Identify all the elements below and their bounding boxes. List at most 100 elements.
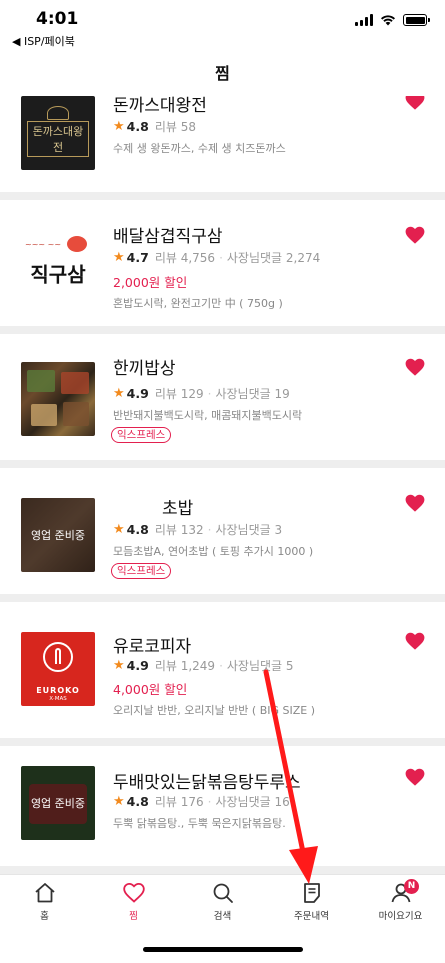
divider <box>0 326 445 334</box>
heart-icon[interactable] <box>405 226 425 244</box>
review-count: 리뷰 129 <box>154 387 204 401</box>
divider <box>0 594 445 602</box>
heart-icon[interactable] <box>405 494 425 512</box>
star-icon: ★ <box>113 522 125 537</box>
star-icon: ★ <box>113 794 125 809</box>
star-icon: ★ <box>113 386 125 401</box>
heart-icon[interactable] <box>405 768 425 786</box>
store-menu: 혼밥도시락, 완전고기만 中 ( 750g ) <box>113 297 283 310</box>
tab-label: 홈 <box>40 911 49 922</box>
store-thumbnail: EUROKO X·MAS <box>21 632 95 706</box>
closed-overlay-text: 영업 준비중 <box>30 797 86 810</box>
heart-icon <box>122 882 145 903</box>
store-menu: 모듬초밥A, 연어초밥 ( 토핑 추가시 1000 ) <box>113 545 314 558</box>
review-count: 리뷰 176 <box>154 795 204 809</box>
tab-orders[interactable]: 주문내역 <box>267 881 356 922</box>
owner-reply-count: 사장님댓글 3 <box>215 523 283 537</box>
home-icon <box>34 883 55 903</box>
tab-label: 마이요기요 <box>378 911 423 922</box>
store-card-1[interactable]: ~~~ ~~ 직구삼 배달삼겹직구삼 ★ 4.7 리뷰 4,756 · 사장님댓… <box>0 200 445 326</box>
tab-label: 주문내역 <box>294 911 329 922</box>
store-card-0[interactable]: 돈까스대왕전 돈까스대왕전 ★ 4.8 리뷰 58 수제 생 왕돈까스, 수제 … <box>0 96 445 192</box>
store-thumbnail <box>21 362 95 436</box>
store-thumbnail: 영업 준비중 <box>21 498 95 572</box>
store-thumbnail: 영업 준비중 <box>21 766 95 840</box>
store-rating-row: ★ 4.9 리뷰 1,249 · 사장님댓글 5 <box>113 658 294 673</box>
store-rating: 4.8 <box>126 119 149 134</box>
search-icon <box>213 883 233 903</box>
store-name: 초밥 <box>162 499 194 519</box>
store-rating: 4.9 <box>126 386 149 401</box>
heart-icon[interactable] <box>405 358 425 376</box>
star-icon: ★ <box>113 119 125 134</box>
cellular-signal-icon <box>355 14 373 26</box>
store-menu: 오리지날 반반, 오리지날 반반 ( BIG SIZE ) <box>113 704 316 717</box>
star-icon: ★ <box>113 250 125 265</box>
store-card-2[interactable]: 한끼밥상 ★ 4.9 리뷰 129 · 사장님댓글 19 반반돼지불백도시락, … <box>0 334 445 460</box>
tab-favorites[interactable]: 찜 <box>89 881 178 922</box>
store-rating-row: ★ 4.7 리뷰 4,756 · 사장님댓글 2,274 <box>113 250 321 265</box>
store-rating-row: ★ 4.8 리뷰 132 · 사장님댓글 3 <box>113 522 283 537</box>
store-name: 두배맛있는닭볶음탕두루스 <box>113 773 301 793</box>
new-badge: N <box>404 879 419 894</box>
discount-label: 4,000원 할인 <box>113 682 188 697</box>
store-name: 돈까스대왕전 <box>113 96 207 116</box>
store-thumbnail-logo-text: 돈까스대왕전 <box>27 120 89 157</box>
store-rating-row: ★ 4.8 리뷰 58 <box>113 118 196 135</box>
discount-label: 2,000원 할인 <box>113 275 188 290</box>
store-name: 한끼밥상 <box>113 359 176 379</box>
store-thumbnail-subtext: ~~~ ~~ <box>25 240 62 249</box>
store-rating: 4.8 <box>126 794 149 809</box>
tab-home[interactable]: 홈 <box>0 881 89 922</box>
status-bar: 4:01 ◀ ISP/페이북 <box>0 0 445 50</box>
store-menu: 반반돼지불백도시락, 매콤돼지불백도시락 <box>113 409 303 422</box>
favorites-list[interactable]: 돈까스대왕전 돈까스대왕전 ★ 4.8 리뷰 58 수제 생 왕돈까스, 수제 … <box>0 96 445 874</box>
receipt-icon <box>303 883 320 903</box>
store-thumbnail-subtext: X·MAS <box>49 696 67 702</box>
back-to-app-link[interactable]: ◀ ISP/페이북 <box>12 33 75 49</box>
divider <box>0 738 445 746</box>
review-count: 리뷰 4,756 <box>154 251 216 265</box>
store-card-3[interactable]: 영업 준비중 초밥 ★ 4.8 리뷰 132 · 사장님댓글 3 모듬초밥A, … <box>0 468 445 594</box>
wifi-icon <box>381 15 395 26</box>
owner-reply-count: 사장님댓글 5 <box>226 659 294 673</box>
store-name: 배달삼겹직구삼 <box>113 227 223 247</box>
store-thumbnail: 돈까스대왕전 <box>21 96 95 170</box>
review-count: 리뷰 1,249 <box>154 659 216 673</box>
store-name: 유로코피자 <box>113 637 192 657</box>
owner-reply-count: 사장님댓글 19 <box>215 387 290 401</box>
star-icon: ★ <box>113 658 125 673</box>
store-rating: 4.9 <box>126 658 149 673</box>
closed-overlay-text: 영업 준비중 <box>30 529 86 542</box>
status-icons <box>355 14 430 26</box>
store-card-4[interactable]: EUROKO X·MAS 유로코피자 ★ 4.9 리뷰 1,249 · 사장님댓… <box>0 602 445 738</box>
tab-search[interactable]: 검색 <box>178 881 267 922</box>
page-title: 찜 <box>215 64 230 83</box>
store-rating: 4.7 <box>126 250 149 265</box>
heart-icon[interactable] <box>405 632 425 650</box>
review-count: 리뷰 58 <box>154 120 196 134</box>
store-thumbnail-logo-text: 직구삼 <box>30 262 86 287</box>
heart-icon[interactable] <box>405 96 425 110</box>
store-menu: 수제 생 왕돈까스, 수제 생 치즈돈까스 <box>113 142 286 155</box>
status-time: 4:01 <box>36 9 79 29</box>
divider <box>0 192 445 200</box>
store-menu: 두뿍 닭볶음탕., 두뿍 묵은지닭볶음탕. <box>113 817 286 830</box>
tab-my-yogiyo[interactable]: N 마이요기요 <box>356 879 445 922</box>
store-rating: 4.8 <box>126 522 149 537</box>
home-indicator <box>143 947 303 952</box>
store-card-5[interactable]: 영업 준비중 두배맛있는닭볶음탕두루스 ★ 4.8 리뷰 176 · 사장님댓글… <box>0 746 445 874</box>
express-badge: 익스프레스 <box>111 563 172 579</box>
express-badge: 익스프레스 <box>111 427 172 443</box>
divider <box>0 866 445 874</box>
tab-label: 찜 <box>129 911 138 922</box>
battery-icon <box>403 14 430 26</box>
store-rating-row: ★ 4.8 리뷰 176 · 사장님댓글 16 <box>113 794 290 809</box>
page-header: 찜 <box>0 52 445 96</box>
divider <box>0 460 445 468</box>
tab-label: 검색 <box>213 911 232 922</box>
owner-reply-count: 사장님댓글 2,274 <box>226 251 321 265</box>
owner-reply-count: 사장님댓글 16 <box>215 795 290 809</box>
store-rating-row: ★ 4.9 리뷰 129 · 사장님댓글 19 <box>113 386 290 401</box>
store-thumbnail: ~~~ ~~ 직구삼 <box>21 226 95 300</box>
